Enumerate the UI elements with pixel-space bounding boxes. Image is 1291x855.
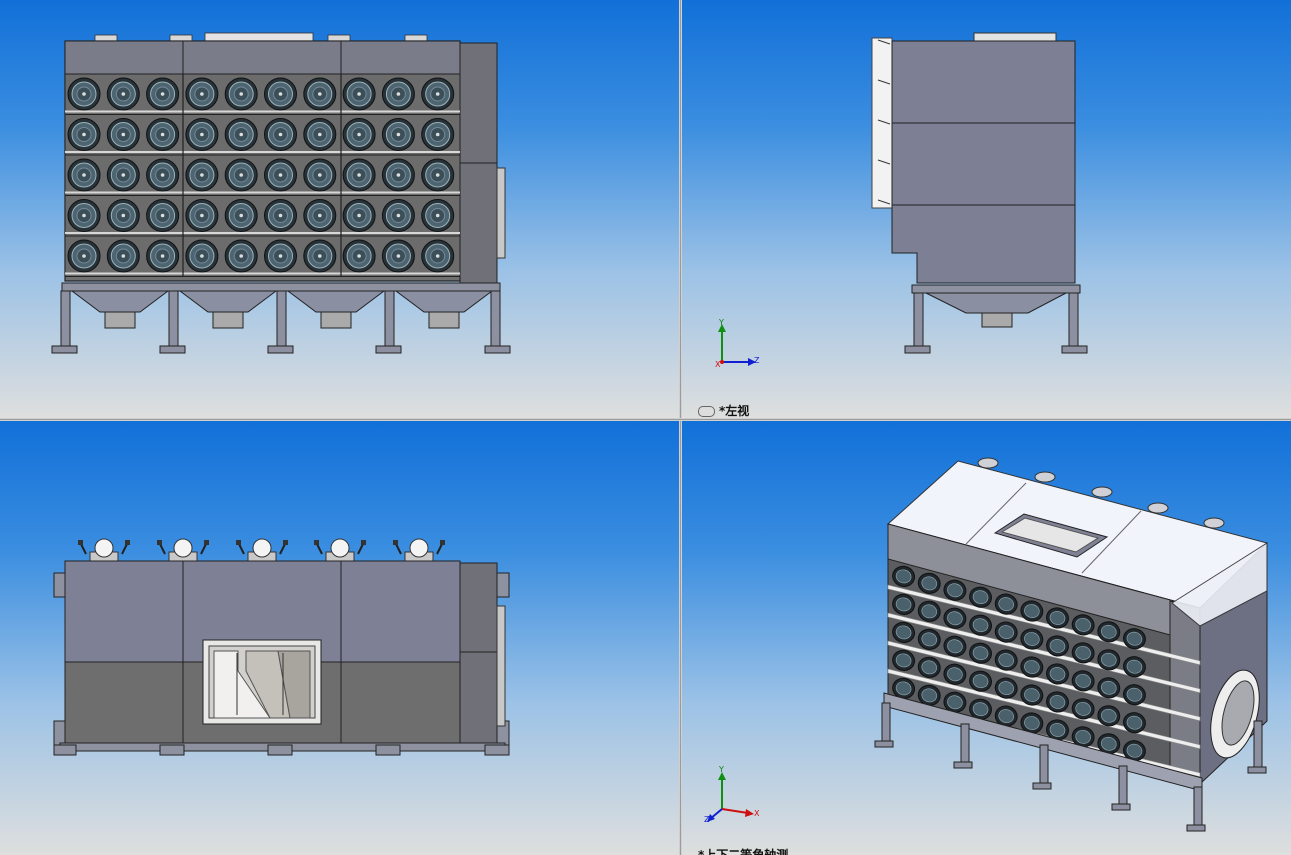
viewport-iso[interactable]: Y X Z *上下二等角轴测	[682, 421, 1291, 855]
filter-cartridge	[421, 118, 455, 151]
filter-cartridge	[264, 77, 297, 111]
left-view-drawing	[871, 32, 1088, 354]
pulse-valve-assemblies	[78, 538, 445, 563]
filter-cartridge	[303, 77, 337, 111]
filter-cartridge	[67, 158, 101, 192]
filter-cartridge	[381, 158, 415, 192]
filter-cartridge	[264, 239, 297, 273]
viewport-label-left-text: *左视	[719, 404, 750, 418]
viewport-label-left: *左视	[698, 402, 749, 418]
pulse-valve	[236, 538, 288, 563]
pulse-valve	[157, 538, 209, 563]
filter-cartridge	[185, 77, 219, 111]
filter-cartridge	[303, 239, 337, 273]
viewport-front[interactable]	[0, 0, 679, 418]
axis-triad: Y Z X	[714, 318, 764, 370]
filter-cartridge	[146, 158, 180, 192]
filter-cartridge	[185, 239, 219, 273]
axis-z-label: Z	[754, 356, 760, 365]
axis-y-label: Y	[719, 318, 724, 327]
filter-cartridge	[264, 158, 297, 192]
filter-cartridge	[67, 199, 101, 232]
filter-cartridge	[67, 77, 101, 111]
filter-cartridge	[421, 199, 455, 232]
housing-body	[891, 40, 1076, 284]
axis-triad-iso: Y X Z	[704, 765, 764, 827]
pulse-valve	[314, 538, 366, 563]
filter-cartridge	[381, 77, 415, 111]
housing-top-panel	[64, 40, 461, 75]
filter-cartridge	[146, 118, 180, 151]
viewport-label-iso: *上下二等角轴测	[698, 848, 789, 855]
filter-cartridge	[342, 158, 376, 192]
filter-cartridge	[224, 239, 258, 273]
filter-cartridge	[224, 118, 258, 151]
discharge-valve	[981, 312, 1013, 328]
pulse-header-pipe	[871, 37, 893, 209]
filter-cartridge	[421, 239, 455, 273]
pulse-valve	[393, 538, 445, 563]
filter-cartridge	[224, 158, 258, 192]
filter-cartridge	[342, 77, 376, 111]
fan-outlet	[496, 605, 506, 727]
filter-cartridge	[106, 77, 140, 111]
viewport-splitter-vertical[interactable]	[679, 0, 682, 855]
viewport-left[interactable]: Y Z X *左视	[682, 0, 1291, 418]
filter-cartridge	[185, 199, 219, 232]
filter-cartridge	[185, 118, 219, 151]
filter-cartridge	[67, 118, 101, 151]
viewport-top[interactable]	[0, 421, 679, 855]
fan-housing	[459, 562, 498, 744]
filter-cartridge	[303, 199, 337, 232]
top-hatch	[973, 32, 1057, 42]
top-fittings	[94, 32, 428, 42]
front-view-drawing	[51, 32, 511, 354]
top-view-drawing	[53, 538, 510, 756]
filter-cartridge	[185, 158, 219, 192]
filter-cartridge	[381, 118, 415, 151]
base-frame	[61, 282, 501, 292]
inlet-opening	[202, 639, 322, 725]
filter-cartridge	[303, 158, 337, 192]
link-views-icon[interactable]	[698, 406, 715, 417]
axis-x-label: X	[715, 360, 721, 369]
filter-cartridge	[106, 158, 140, 192]
filter-cartridge	[224, 77, 258, 111]
filter-cartridge	[421, 158, 455, 192]
filter-cartridge	[146, 239, 180, 273]
iso-view-drawing	[874, 457, 1268, 832]
filter-cartridge-grid	[64, 73, 461, 277]
filter-cartridge	[264, 199, 297, 232]
filter-cartridge	[224, 199, 258, 232]
filter-cartridge	[264, 118, 297, 151]
filter-cartridge	[381, 199, 415, 232]
base-frame	[911, 284, 1081, 294]
filter-cartridge	[342, 199, 376, 232]
filter-cartridge	[67, 239, 101, 273]
filter-cartridge	[421, 77, 455, 111]
filter-cartridge	[146, 77, 180, 111]
iso-axis-y-label: Y	[719, 765, 724, 774]
filter-cartridge	[381, 239, 415, 273]
filter-cartridge	[342, 239, 376, 273]
filter-cartridge	[106, 118, 140, 151]
iso-axis-z-label: Z	[704, 815, 710, 824]
hopper	[925, 292, 1067, 314]
filter-cartridge	[303, 118, 337, 151]
viewport-splitter-horizontal[interactable]	[0, 418, 1291, 421]
iso-axis-x-label: X	[754, 809, 760, 818]
filter-cartridge	[106, 199, 140, 232]
filter-cartridge	[106, 239, 140, 273]
fan-outlet	[496, 167, 506, 259]
filter-cartridge	[342, 118, 376, 151]
filter-cartridge	[146, 199, 180, 232]
pulse-valve	[78, 538, 130, 563]
